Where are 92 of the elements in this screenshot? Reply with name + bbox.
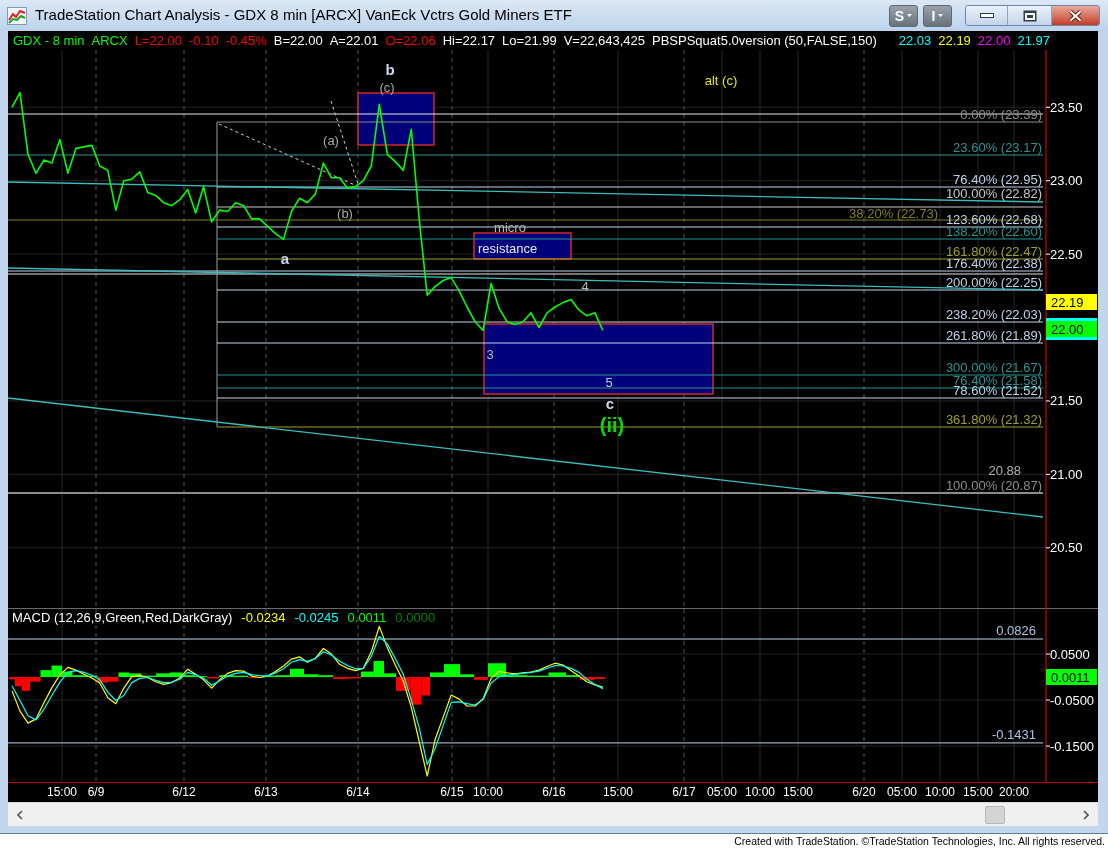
fib-level-label: 100.00% (20.87) — [945, 478, 1042, 493]
indicator-legend-value: 0.0000 — [395, 611, 436, 624]
wave-label: b — [385, 60, 395, 78]
time-axis-label: 10:00 — [925, 786, 955, 798]
wave-label: 5 — [605, 374, 613, 390]
price-badge: 22.19 — [1046, 294, 1097, 310]
price-axis-label: 23.50 — [1050, 99, 1083, 115]
time-axis-label: 6/14 — [346, 786, 370, 798]
price-value-label: 20.88 — [988, 463, 1021, 478]
close-icon — [1069, 9, 1082, 22]
tool-menu-button[interactable]: S — [889, 4, 918, 27]
chevron-left-icon — [17, 809, 23, 820]
indicator-legend-value: -0.0245 — [294, 611, 339, 624]
time-axis-label: 6/12 — [172, 786, 196, 798]
price-axis-label: 20.50 — [1050, 540, 1083, 556]
time-axis-label: 6/9 — [87, 786, 105, 798]
scrollbar-thumb[interactable] — [985, 805, 1005, 824]
tool-menu-button[interactable]: I — [923, 4, 952, 27]
quote-field: Hi=22.17 — [442, 34, 496, 47]
quote-field: V=22,643,425 — [563, 34, 645, 47]
caret-icon — [938, 14, 944, 17]
quote-field: B=22.00 — [273, 34, 323, 47]
quote-field: -0.10 — [189, 34, 219, 47]
fib-level-label: 161.80% (22.47) — [945, 244, 1042, 259]
time-axis-label: 6/16 — [542, 786, 566, 798]
fib-level-label: 123.60% (22.68) — [945, 212, 1042, 227]
close-button[interactable] — [1052, 6, 1099, 25]
minimize-icon — [979, 13, 994, 18]
time-axis-label: 10:00 — [745, 786, 775, 798]
price-badge: 22.00 — [1046, 318, 1097, 340]
maximize-icon — [1022, 9, 1037, 22]
indicator-level-label: 0.0826 — [996, 623, 1036, 639]
fib-level-label: 261.80% (21.89) — [945, 328, 1042, 343]
fib-level-label: 200.00% (22.25) — [945, 275, 1042, 290]
time-axis-label: 15:00 — [783, 786, 813, 798]
indicator-axis-label: -0.1500 — [1050, 738, 1095, 754]
time-axis-label: 05:00 — [707, 786, 737, 798]
fib-level-label: 361.80% (21.32) — [945, 412, 1042, 427]
price-axis-label: 22.50 — [1050, 246, 1083, 262]
time-axis-label: 6/13 — [254, 786, 278, 798]
quote-field: A=22.01 — [329, 34, 379, 47]
indicator-legend-value: -0.0234 — [241, 611, 286, 624]
indicator-legend-label: MACD (12,26,9,Green,Red,DarkGray) — [12, 611, 233, 624]
study-value: 21.97 — [1017, 34, 1050, 47]
price-axis-label: 21.00 — [1050, 466, 1083, 482]
quote-field: L=22.00 — [134, 34, 182, 47]
price-axis-label: 23.00 — [1050, 173, 1083, 189]
study-value: 22.00 — [977, 34, 1011, 47]
maximize-button[interactable] — [1008, 6, 1052, 25]
time-axis-label: 6/17 — [672, 786, 696, 798]
window-title: TradeStation Chart Analysis - GDX 8 min [ARCX] VanEck Vctrs Gold Miners ETF — [35, 5, 572, 26]
time-axis-label: 15:00 — [47, 786, 77, 798]
indicator-badge: 0.0011 — [1046, 669, 1097, 686]
wave-label: alt (c) — [704, 72, 738, 88]
time-axis-label: 20:00 — [999, 786, 1029, 798]
wave-label: a — [280, 249, 290, 267]
indicator-level-label: -0.1431 — [991, 726, 1036, 742]
time-axis-label: 6/15 — [440, 786, 464, 798]
fib-level-label: 100.00% (22.82) — [945, 186, 1042, 201]
zone-label: resistance — [478, 240, 538, 256]
study-value: 22.19 — [938, 34, 971, 47]
quote-field: -0.45% — [225, 34, 267, 47]
time-axis-label: 10:00 — [473, 786, 503, 798]
chevron-right-icon — [1083, 809, 1089, 820]
indicator-legend-value: 0.0011 — [347, 611, 387, 624]
wave-label: (c) — [379, 79, 395, 95]
fib-level-label: 23.60% (23.17) — [953, 140, 1042, 155]
quote-field: O=22.06 — [385, 34, 436, 47]
quote-field: ARCX — [91, 34, 128, 47]
caret-icon — [907, 14, 913, 17]
wave-label: (b) — [337, 205, 353, 221]
fib-level-label: 300.00% (21.67) — [945, 360, 1042, 375]
wave-label: (a) — [323, 132, 339, 148]
quote-field: Lo=21.99 — [502, 34, 557, 47]
fib-level-label: 38.20% (22.73) — [849, 206, 938, 221]
indicator-axis-label: 0.0500 — [1050, 646, 1090, 662]
time-axis-label: 15:00 — [963, 786, 993, 798]
wave-label: (ii) — [599, 414, 625, 436]
wave-label: c — [605, 394, 615, 412]
study-label: PBSPSquat5.0version (50,FALSE,150) — [652, 34, 877, 47]
fib-level-label: 76.40% (22.95) — [953, 172, 1042, 187]
price-axis-label: 21.50 — [1050, 393, 1083, 409]
time-axis-label: 15:00 — [603, 786, 633, 798]
quote-field: GDX - 8 min — [13, 34, 85, 47]
fib-level-label: 238.20% (22.03) — [945, 307, 1042, 322]
time-axis-label: 05:00 — [887, 786, 917, 798]
study-value: 22.03 — [898, 34, 932, 47]
indicator-axis-label: -0.0500 — [1050, 692, 1095, 708]
wave-label: 3 — [486, 346, 494, 362]
time-axis-label: 6/20 — [852, 786, 876, 798]
minimize-button[interactable] — [966, 6, 1008, 25]
copyright-notice: Created with TradeStation. ©TradeStation Technologies, Inc. All rights reserved. — [734, 835, 1105, 847]
